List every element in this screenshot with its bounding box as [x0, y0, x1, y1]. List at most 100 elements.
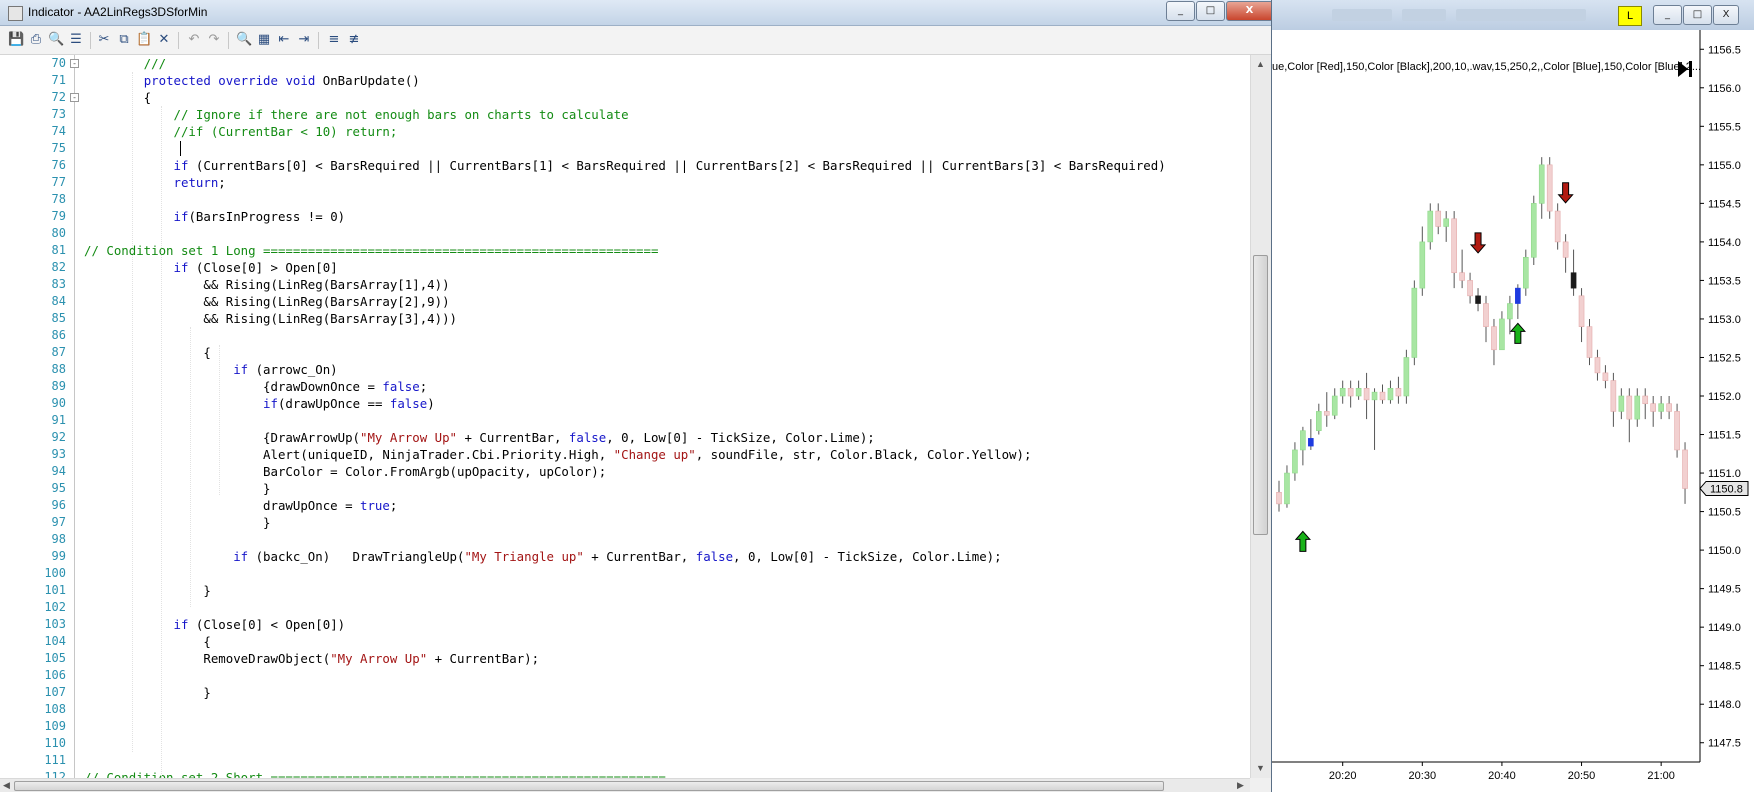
code-line[interactable]: 73 // Ignore if there are not enough bar… — [0, 106, 1250, 123]
code-line[interactable]: 111 — [0, 752, 1250, 769]
vertical-scrollbar[interactable]: ▲ ▼ — [1250, 55, 1271, 778]
code-line[interactable]: 107 } — [0, 684, 1250, 701]
code-line[interactable]: 100 — [0, 565, 1250, 582]
close-button[interactable]: X — [1226, 1, 1271, 21]
save-icon[interactable]: 💾 — [8, 32, 24, 48]
candle-body — [1483, 303, 1489, 327]
code-line[interactable]: 98 — [0, 531, 1250, 548]
code-line[interactable]: 82 if (Close[0] > Open[0] — [0, 259, 1250, 276]
code-line[interactable]: 92 {DrawArrowUp("My Arrow Up" + CurrentB… — [0, 429, 1250, 446]
copy-icon[interactable]: ⧉ — [116, 32, 132, 48]
code-line[interactable]: 83 && Rising(LinReg(BarsArray[1],4)) — [0, 276, 1250, 293]
chart-background — [1272, 30, 1754, 792]
price-tick-label: 1149.0 — [1708, 622, 1741, 634]
line-number: 79 — [51, 209, 66, 223]
indent-guide — [132, 72, 133, 752]
delete-icon[interactable]: ✕ — [156, 32, 172, 48]
code-line[interactable]: 75 — [0, 140, 1250, 157]
code-line[interactable]: 88 if (arrowc_On) — [0, 361, 1250, 378]
redo-icon[interactable]: ↷ — [206, 32, 222, 48]
print-icon[interactable]: ⎙ — [28, 32, 44, 48]
code-line[interactable]: 78 — [0, 191, 1250, 208]
candle-body — [1276, 492, 1282, 505]
line-number: 73 — [51, 107, 66, 121]
cut-icon[interactable]: ✂ — [96, 32, 112, 48]
code-line[interactable]: 84 && Rising(LinReg(BarsArray[2],9)) — [0, 293, 1250, 310]
code-line[interactable]: 102 — [0, 599, 1250, 616]
chart-maximize-button[interactable]: □ — [1683, 5, 1712, 25]
horizontal-scrollbar[interactable]: ◀ ▶ — [0, 778, 1250, 792]
line-number: 78 — [51, 192, 66, 206]
code-line[interactable]: 103 if (Close[0] < Open[0]) — [0, 616, 1250, 633]
editor-title-bar[interactable]: Indicator - AA2LinRegs3DSforMin _ □ X — [0, 0, 1271, 26]
code-line[interactable]: 105 RemoveDrawObject("My Arrow Up" + Cur… — [0, 650, 1250, 667]
line-number: 111 — [44, 753, 66, 767]
indent-icon[interactable]: ⇥ — [296, 32, 312, 48]
code-line[interactable]: 71 protected override void OnBarUpdate() — [0, 72, 1250, 89]
fold-toggle-icon[interactable]: - — [70, 93, 79, 102]
outdent-icon[interactable]: ⇤ — [276, 32, 292, 48]
code-line[interactable]: 90 if(drawUpOnce == false) — [0, 395, 1250, 412]
code-line[interactable]: 95 } — [0, 480, 1250, 497]
code-line[interactable]: 93 Alert(uniqueID, NinjaTrader.Cbi.Prior… — [0, 446, 1250, 463]
code-line[interactable]: 94 BarColor = Color.FromArgb(upOpacity, … — [0, 463, 1250, 480]
code-line[interactable]: 104 { — [0, 633, 1250, 650]
code-line[interactable]: 76 if (CurrentBars[0] < BarsRequired || … — [0, 157, 1250, 174]
line-number: 112 — [44, 770, 66, 778]
code-line[interactable]: 80 — [0, 225, 1250, 242]
code-line[interactable]: 77 return; — [0, 174, 1250, 191]
undo-icon[interactable]: ↶ — [186, 32, 202, 48]
code-line[interactable]: 70- /// — [0, 55, 1250, 72]
chart-minimize-button[interactable]: _ — [1653, 5, 1682, 25]
line-number: 91 — [51, 413, 66, 427]
horizontal-scroll-thumb[interactable] — [14, 781, 1164, 791]
scroll-left-icon[interactable]: ◀ — [3, 780, 10, 791]
candle-body — [1443, 218, 1449, 227]
find-replace-icon[interactable]: ▦ — [256, 32, 272, 48]
scroll-up-icon[interactable]: ▲ — [1256, 59, 1265, 69]
code-line[interactable]: 74 //if (CurrentBar < 10) return; — [0, 123, 1250, 140]
code-line[interactable]: 91 — [0, 412, 1250, 429]
candle-body — [1515, 287, 1521, 304]
code-line[interactable]: 79 if(BarsInProgress != 0) — [0, 208, 1250, 225]
uncomment-icon[interactable]: ≢ — [346, 32, 362, 48]
code-line[interactable]: 87 { — [0, 344, 1250, 361]
code-line[interactable]: 109 — [0, 718, 1250, 735]
code-line[interactable]: 86 — [0, 327, 1250, 344]
find-icon[interactable]: 🔍 — [236, 32, 252, 48]
candle-body — [1578, 295, 1585, 327]
paste-icon[interactable]: 📋 — [136, 32, 152, 48]
chart-close-button[interactable]: X — [1713, 5, 1739, 25]
code-line[interactable]: 112 // Condition set 2 Short ============… — [0, 769, 1250, 778]
code-line[interactable]: 110 — [0, 735, 1250, 752]
scroll-right-icon[interactable]: ▶ — [1237, 780, 1244, 791]
code-line[interactable]: 106 — [0, 667, 1250, 684]
candle-body — [1618, 395, 1625, 412]
code-line[interactable]: 85 && Rising(LinReg(BarsArray[3],4))) — [0, 310, 1250, 327]
code-text: { — [84, 90, 152, 105]
print-preview-icon[interactable]: 🔍 — [48, 32, 64, 48]
code-line[interactable]: 81 // Condition set 1 Long ==============… — [0, 242, 1250, 259]
code-text: // Condition set 2 Short ===============… — [84, 770, 666, 778]
code-line[interactable]: 101 } — [0, 582, 1250, 599]
code-line[interactable]: 89 {drawDownOnce = false; — [0, 378, 1250, 395]
scroll-down-icon[interactable]: ▼ — [1256, 763, 1265, 773]
code-line[interactable]: 108 — [0, 701, 1250, 718]
chart-status-badge[interactable]: L — [1618, 6, 1642, 26]
properties-icon[interactable]: ☰ — [68, 32, 84, 48]
code-editor[interactable]: 70- ///71 protected override void OnBarU… — [0, 55, 1250, 778]
indent-guide — [219, 345, 220, 495]
chart-title-bar[interactable]: L _ □ X — [1272, 0, 1754, 31]
price-tick-label: 1154.0 — [1708, 237, 1741, 249]
fold-toggle-icon[interactable]: - — [70, 59, 79, 68]
maximize-button[interactable]: □ — [1196, 1, 1225, 21]
code-line[interactable]: 99 if (backc_On) DrawTriangleUp("My Tria… — [0, 548, 1250, 565]
minimize-button[interactable]: _ — [1166, 1, 1195, 21]
line-number: 98 — [51, 532, 66, 546]
vertical-scroll-thumb[interactable] — [1253, 255, 1268, 535]
comment-icon[interactable]: ≡ — [326, 32, 342, 48]
code-line[interactable]: 97 } — [0, 514, 1250, 531]
code-line[interactable]: 96 drawUpOnce = true; — [0, 497, 1250, 514]
code-line[interactable]: 72- { — [0, 89, 1250, 106]
price-chart[interactable]: 1156.5 1156.0 1155.5 1155.0 1154.5 1154.0 1153… — [1272, 30, 1754, 792]
